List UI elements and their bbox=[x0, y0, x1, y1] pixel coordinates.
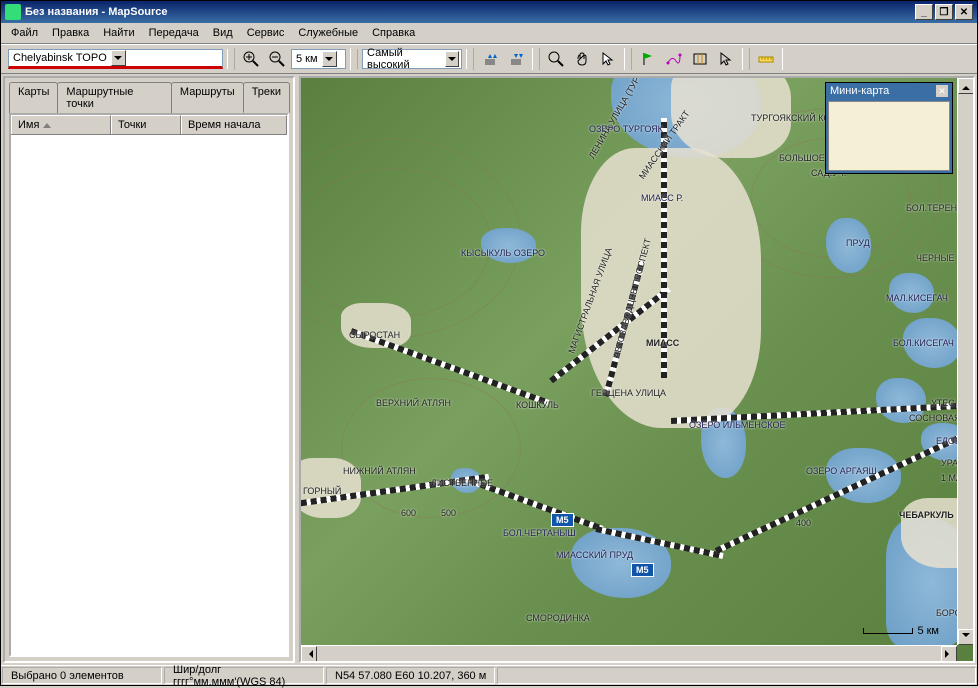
highway-badge: М5 bbox=[631, 563, 654, 577]
status-selected: Выбрано 0 элементов bbox=[2, 667, 162, 684]
menu-tools[interactable]: Сервис bbox=[241, 25, 291, 41]
scroll-right-button[interactable] bbox=[941, 646, 957, 662]
zoom-out-button[interactable] bbox=[265, 48, 289, 70]
city-label: ЧЕБАРКУЛЬ bbox=[899, 510, 954, 520]
track-table: Имя Точки Время начала bbox=[9, 113, 289, 657]
chevron-down-icon[interactable] bbox=[322, 51, 337, 67]
map-tool-button[interactable] bbox=[688, 48, 712, 70]
tab-maps[interactable]: Карты bbox=[9, 82, 58, 113]
window-title: Без названия - MapSource bbox=[25, 6, 913, 18]
lake-label: МИАССКИЙ ПРУД bbox=[556, 550, 633, 560]
lake-label: КЫСЫКУЛЬ ОЗЕРО bbox=[461, 248, 545, 258]
scroll-up-button[interactable] bbox=[958, 78, 974, 94]
tab-bar: Карты Маршрутные точки Маршруты Треки bbox=[9, 82, 289, 113]
menu-transfer[interactable]: Передача bbox=[143, 25, 205, 41]
scroll-left-button[interactable] bbox=[301, 646, 317, 662]
place-label: ВЕРХНИЙ АТЛЯН bbox=[376, 398, 451, 408]
vertical-scrollbar[interactable] bbox=[957, 78, 973, 645]
transfer-from-device-button[interactable] bbox=[504, 48, 528, 70]
scale-bar: 5 км bbox=[863, 625, 939, 637]
place-label: ЧЕРНЫЕ bbox=[916, 253, 954, 263]
street-label: ГЕРЦЕНА УЛИЦА bbox=[591, 388, 666, 398]
measure-tool-button[interactable] bbox=[754, 48, 778, 70]
lake-label: БОЛ.КИСЕГАЧ bbox=[893, 338, 954, 348]
elev-label: 500 bbox=[441, 508, 456, 518]
lake-label: БОЛ.ЧЕРТАНЫШ bbox=[503, 528, 576, 538]
close-button[interactable]: ✕ bbox=[955, 4, 973, 20]
app-icon bbox=[5, 4, 21, 20]
table-body[interactable] bbox=[11, 135, 287, 655]
minimap-close-button[interactable]: ✕ bbox=[936, 85, 948, 97]
lake-label: ПРУД bbox=[846, 238, 870, 248]
toolbar: Chelyabinsk TOPO 5 км Самый высокий bbox=[1, 44, 977, 74]
detail-combo[interactable]: Самый высокий bbox=[362, 49, 462, 69]
tab-tracks[interactable]: Треки bbox=[243, 82, 290, 113]
place-label: УТЕС bbox=[931, 398, 955, 408]
zoom-tool-button[interactable] bbox=[544, 48, 568, 70]
chevron-down-icon[interactable] bbox=[111, 50, 126, 66]
place-label: СМОРОДИНКА bbox=[526, 613, 590, 623]
waypoint-tool-button[interactable] bbox=[636, 48, 660, 70]
col-points[interactable]: Точки bbox=[111, 115, 181, 134]
scale-combo[interactable]: 5 км bbox=[291, 49, 346, 69]
pointer-tool-button[interactable] bbox=[714, 48, 738, 70]
select-tool-button[interactable] bbox=[596, 48, 620, 70]
title-bar: Без названия - MapSource _ ❐ ✕ bbox=[1, 1, 977, 23]
menu-utilities[interactable]: Служебные bbox=[292, 25, 364, 41]
menu-bar: Файл Правка Найти Передача Вид Сервис Сл… bbox=[1, 23, 977, 44]
scroll-down-button[interactable] bbox=[958, 629, 974, 645]
map-view[interactable]: М5 М5 600 500 400 ОЗЕРО ТУРГОЯК ТУРГОЯКС… bbox=[299, 76, 975, 663]
tab-waypoints[interactable]: Маршрутные точки bbox=[57, 82, 172, 113]
minimap-view[interactable] bbox=[828, 101, 950, 171]
elev-label: 400 bbox=[796, 518, 811, 528]
minimap-title: Мини-карта bbox=[830, 85, 889, 97]
place-label: КОШКУЛЬ bbox=[516, 400, 559, 410]
tab-routes[interactable]: Маршруты bbox=[171, 82, 244, 113]
route-tool-button[interactable] bbox=[662, 48, 686, 70]
zoom-in-button[interactable] bbox=[239, 48, 263, 70]
elev-label: 600 bbox=[401, 508, 416, 518]
menu-view[interactable]: Вид bbox=[207, 25, 239, 41]
lake-label: ОЗЕРО ИЛЬМЕНСКОЕ bbox=[689, 420, 785, 430]
map-product-value: Chelyabinsk TOPO bbox=[13, 52, 107, 64]
city-label: МИАСС bbox=[646, 338, 679, 348]
river-label: МИАСС Р. bbox=[641, 193, 683, 203]
status-format: Шир/долг гггг°мм.ммм'(WGS 84) bbox=[164, 667, 324, 684]
place-label: НИЖНИЙ АТЛЯН bbox=[343, 466, 416, 476]
place-label: СЫРОСТАН bbox=[349, 330, 400, 340]
minimap-panel[interactable]: Мини-карта ✕ bbox=[825, 82, 953, 174]
menu-edit[interactable]: Правка bbox=[46, 25, 95, 41]
lake-label: МАЛ.КИСЕГАЧ bbox=[886, 293, 948, 303]
place-label: ГОРНЫЙ bbox=[303, 486, 341, 496]
table-header: Имя Точки Время начала bbox=[11, 115, 287, 135]
highway-badge: М5 bbox=[551, 513, 574, 527]
sort-asc-icon bbox=[43, 123, 51, 128]
detail-value: Самый высокий bbox=[367, 47, 441, 71]
chevron-down-icon[interactable] bbox=[445, 51, 459, 67]
place-label: ЛИСТВЕННОЕ bbox=[431, 478, 493, 488]
menu-help[interactable]: Справка bbox=[366, 25, 421, 41]
transfer-to-device-button[interactable] bbox=[478, 48, 502, 70]
map-product-combo[interactable]: Chelyabinsk TOPO bbox=[8, 49, 223, 69]
minimize-button[interactable]: _ bbox=[915, 4, 933, 20]
col-name[interactable]: Имя bbox=[11, 115, 111, 134]
lake-label: ОЗЕРО АРГАЯШ bbox=[806, 466, 877, 476]
status-bar: Выбрано 0 элементов Шир/долг гггг°мм.ммм… bbox=[1, 665, 977, 685]
maximize-button[interactable]: ❐ bbox=[935, 4, 953, 20]
col-starttime[interactable]: Время начала bbox=[181, 115, 287, 134]
side-panel: Карты Маршрутные точки Маршруты Треки Им… bbox=[3, 76, 295, 663]
menu-find[interactable]: Найти bbox=[97, 25, 140, 41]
menu-file[interactable]: Файл bbox=[5, 25, 44, 41]
status-coords: N54 57.080 E60 10.207, 360 м bbox=[326, 667, 495, 684]
status-spacer bbox=[497, 667, 976, 684]
horizontal-scrollbar[interactable] bbox=[301, 645, 957, 661]
place-label: БОЛ.ТЕРЕНК bbox=[906, 203, 962, 213]
hand-tool-button[interactable] bbox=[570, 48, 594, 70]
scale-value: 5 км bbox=[296, 53, 318, 65]
content-area: Карты Маршрутные точки Маршруты Треки Им… bbox=[1, 74, 977, 665]
